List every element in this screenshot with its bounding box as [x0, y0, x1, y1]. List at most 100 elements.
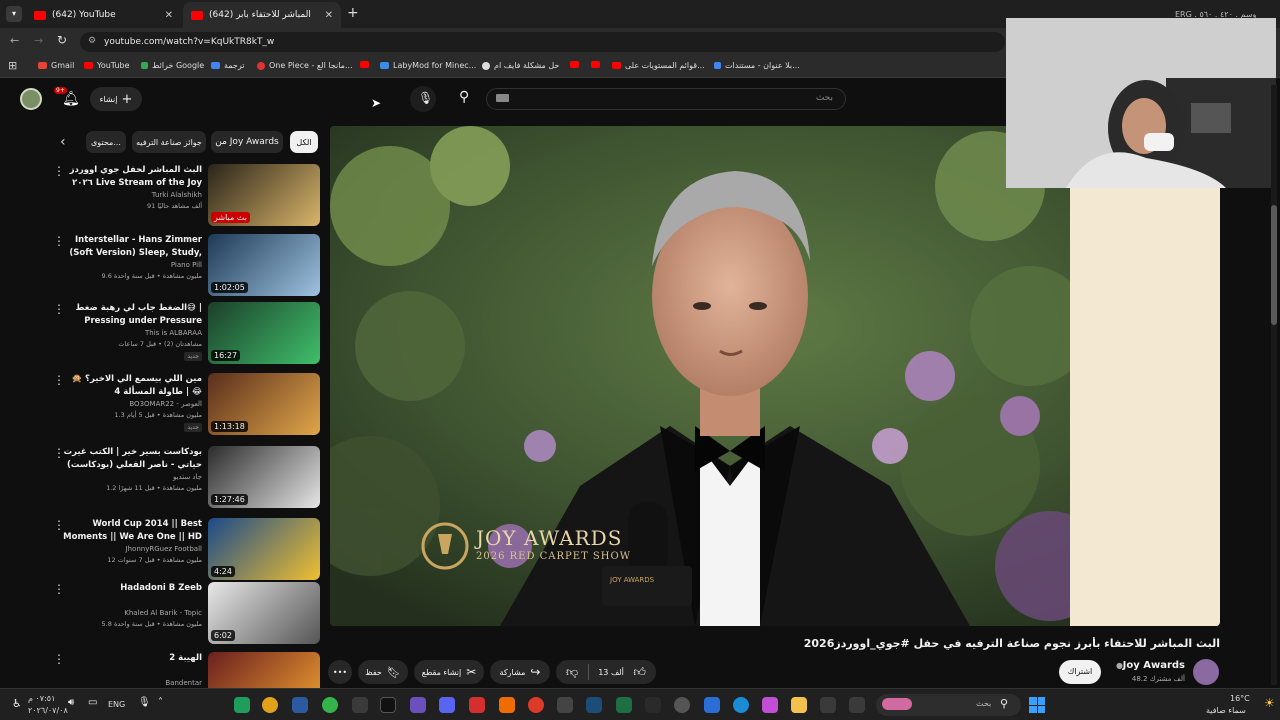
copilot-icon[interactable] [762, 697, 778, 713]
notifications-button[interactable]: 🔔︎ 9+ [54, 87, 80, 111]
video-thumbnail[interactable]: 4:24 [208, 518, 320, 580]
chrome-icon[interactable] [262, 697, 278, 713]
video-title[interactable]: Hadadoni B Zeeb [62, 582, 202, 595]
video-thumbnail[interactable]: 6:02 [208, 582, 320, 644]
bookmark-onepiece[interactable]: One Piece - مانجا الع... [257, 61, 353, 70]
app-icon-5[interactable] [352, 697, 368, 713]
scrollbar-thumb[interactable] [1271, 205, 1277, 325]
recommendation-item[interactable]: 6:02 Hadadoni B Zeeb Khaled Al Barik - Top… [50, 582, 320, 644]
recommendation-item[interactable]: 1:02:05 Interstellar - Hans Zimmer (Soft … [50, 234, 320, 296]
taskbar-search[interactable]: ⚲ بحث [876, 694, 1021, 716]
tab-menu-button[interactable]: ▾ [6, 6, 22, 22]
app-icon-12[interactable] [557, 697, 573, 713]
video-title[interactable]: الضغط جاب لي رهبة ضغط😅 | Pressing under … [62, 302, 202, 328]
app-icon-16[interactable] [674, 697, 690, 713]
tray-chevron-icon[interactable]: ˄ [158, 697, 163, 708]
bookmark-youtube-2[interactable] [360, 61, 369, 68]
search-icon[interactable]: ⚲ [459, 89, 469, 105]
kebab-menu-icon[interactable]: ⋮ [53, 652, 65, 666]
video-title[interactable]: البث المباشر لحفل جوي اووردز ٢٠٢٦ Live S… [62, 164, 202, 190]
chip-more[interactable]: محتوى... [86, 131, 126, 153]
recommendation-item[interactable]: 4:24 World Cup 2014 || Best Moments || We… [50, 518, 320, 580]
chip-all[interactable]: الكل [290, 131, 318, 153]
video-thumbnail[interactable]: 16:27 [208, 302, 320, 364]
kebab-menu-icon[interactable]: ⋮ [53, 582, 65, 596]
video-thumbnail[interactable]: 1:02:05 [208, 234, 320, 296]
volume-icon[interactable]: 🔊︎ [68, 697, 74, 708]
app-icon-22[interactable] [849, 697, 865, 713]
app-icon-17[interactable] [704, 697, 720, 713]
back-icon[interactable]: ← [10, 34, 19, 47]
dislike-button[interactable]: 👎︎ [566, 665, 578, 680]
video-title[interactable]: الهيبة 2 [62, 652, 202, 665]
epic-icon[interactable] [645, 697, 661, 713]
chevron-left-icon[interactable]: ‹ [60, 134, 66, 150]
clock-time[interactable]: ٠٧:٥١ م [28, 694, 55, 703]
mic-tray-icon[interactable]: 🎙︎ [138, 697, 151, 708]
bookmark-youtube-4[interactable] [591, 61, 600, 68]
reload-icon[interactable]: ↻ [57, 33, 67, 47]
kebab-menu-icon[interactable]: ⋮ [53, 518, 65, 532]
weather-desc[interactable]: سماء صافية [1206, 706, 1246, 715]
app-icon-9[interactable] [469, 697, 485, 713]
app-icon-21[interactable] [820, 697, 836, 713]
chip-from-joy-awards[interactable]: من Joy Awards [211, 131, 283, 153]
bookmark-levels[interactable]: قوائم المستويات على... [612, 61, 705, 70]
video-title[interactable]: World Cup 2014 || Best Moments || We Are… [62, 518, 202, 544]
kebab-menu-icon[interactable]: ⋮ [53, 373, 65, 387]
bookmark-labymod[interactable]: LabyMod for Minec... [380, 61, 476, 70]
video-title[interactable]: مين اللي بيسمع الي الاخير؟ 🙊😂 | طاولة ال… [62, 373, 202, 399]
close-icon[interactable]: ✕ [165, 10, 173, 21]
apps-grid-icon[interactable]: ⊞ [8, 59, 17, 72]
discord-icon[interactable] [439, 697, 455, 713]
like-count[interactable]: 13 ألف [598, 668, 624, 677]
more-actions-button[interactable]: ••• [328, 660, 352, 684]
tab-active-video[interactable]: (642) البث المباشر للاحتفاء بأبر ✕ [183, 2, 341, 28]
bookmark-maps[interactable]: خرائط Google [141, 61, 204, 70]
chip-entertainment-awards[interactable]: جوائز صناعة الترفيه [132, 131, 206, 153]
kebab-menu-icon[interactable]: ⋮ [53, 302, 65, 316]
save-button[interactable]: حفظ 🔖︎ [358, 660, 408, 684]
kebab-menu-icon[interactable]: ⋮ [53, 234, 65, 248]
recommendation-item[interactable]: 1:13:18 مين اللي بيسمع الي الاخير؟ 🙊😂 | ط… [50, 373, 320, 435]
video-thumbnail[interactable]: 1:27:46 [208, 446, 320, 508]
bookmark-docs[interactable]: بلا عنوان - مستندات... [714, 61, 800, 70]
recommendation-item[interactable]: بث مباشر البث المباشر لحفل جوي اووردز ٢٠٢… [50, 164, 320, 226]
folder-icon[interactable] [791, 697, 807, 713]
tiktok-icon[interactable] [380, 697, 396, 713]
search-input[interactable]: بحث [486, 88, 846, 110]
kebab-menu-icon[interactable]: ⋮ [53, 446, 65, 460]
video-player[interactable]: JOY AWARDS 2026 RED CARPET SHOW JOY AWAR… [330, 126, 1220, 626]
subscribe-button[interactable]: اشتراك [1059, 660, 1101, 684]
language-indicator[interactable]: ENG [108, 700, 125, 709]
new-tab-button[interactable]: + [347, 5, 359, 21]
bookmark-translate[interactable]: ترجمة [211, 61, 245, 70]
app-icon-10[interactable] [499, 697, 515, 713]
recommendation-item[interactable]: 16:27 الضغط جاب لي رهبة ضغط😅 | Pressing u… [50, 302, 320, 364]
avatar[interactable] [20, 88, 42, 110]
bookmark-fivem[interactable]: حل مشكلة فايف ام [482, 61, 559, 70]
keyboard-icon[interactable] [496, 94, 509, 102]
create-button[interactable]: إنشاء + [90, 87, 142, 111]
tab-youtube[interactable]: (642) YouTube ✕ [26, 2, 181, 28]
bookmark-youtube-3[interactable] [570, 61, 579, 68]
start-button[interactable] [1029, 697, 1045, 713]
page-scrollbar[interactable] [1271, 85, 1277, 685]
like-icon[interactable]: 👍︎ [633, 665, 646, 680]
bookmark-youtube[interactable]: YouTube [84, 61, 130, 70]
network-icon[interactable]: ▭ [88, 697, 97, 708]
share-button[interactable]: مشاركة ↪ [490, 660, 550, 684]
channel-avatar[interactable] [1193, 659, 1219, 685]
video-title[interactable]: Interstellar - Hans Zimmer (Soft Version… [62, 234, 202, 260]
recommendation-item[interactable]: 1:27:46 بودكاست بسير خير | الكتب غيرت حيا… [50, 446, 320, 508]
video-thumbnail[interactable]: بث مباشر [208, 164, 320, 226]
site-info-icon[interactable]: ⚙ [88, 36, 96, 46]
chrome-icon-2[interactable] [528, 697, 544, 713]
close-icon[interactable]: ✕ [325, 10, 333, 21]
edge-icon[interactable] [733, 697, 749, 713]
weather-icon[interactable]: ☀ [1264, 696, 1275, 710]
clip-button[interactable]: إنشاء مقطع ✂ [414, 660, 484, 684]
voice-search-button[interactable]: 🎙︎ [410, 86, 436, 112]
accessibility-icon[interactable]: ♿︎ [12, 697, 22, 710]
app-icon-3[interactable] [292, 697, 308, 713]
